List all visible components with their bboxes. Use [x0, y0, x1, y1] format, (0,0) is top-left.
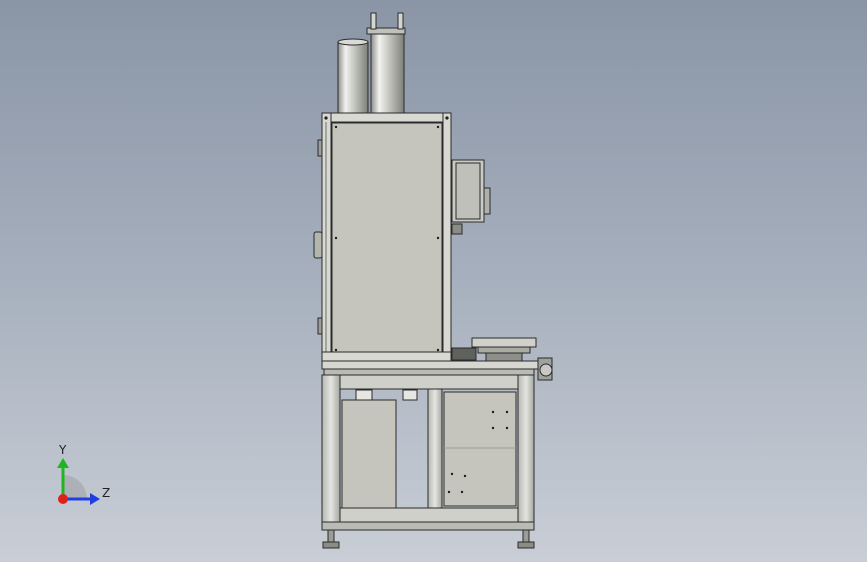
- y-axis-label: Y: [58, 443, 67, 457]
- lower-left-compartment: [341, 389, 418, 509]
- lower-right-panel: [443, 391, 517, 507]
- axis-triad-quadrant: [63, 475, 87, 499]
- cabinet-handle: [313, 231, 323, 259]
- upper-cabinet: [321, 112, 452, 362]
- axis-triad: Y Z: [57, 443, 110, 505]
- machine-assembly: [313, 12, 553, 549]
- cad-viewport[interactable]: [0, 0, 867, 562]
- table-top: [321, 360, 539, 376]
- x-axis-dot: [58, 494, 68, 504]
- control-box: [451, 159, 491, 235]
- cylinder-right: [366, 12, 406, 115]
- z-axis-label: Z: [102, 486, 110, 500]
- cabinet-door-panel: [331, 122, 443, 354]
- cylinder-left: [337, 38, 369, 115]
- leveling-foot-right: [517, 529, 535, 549]
- leveling-foot-left: [322, 529, 340, 549]
